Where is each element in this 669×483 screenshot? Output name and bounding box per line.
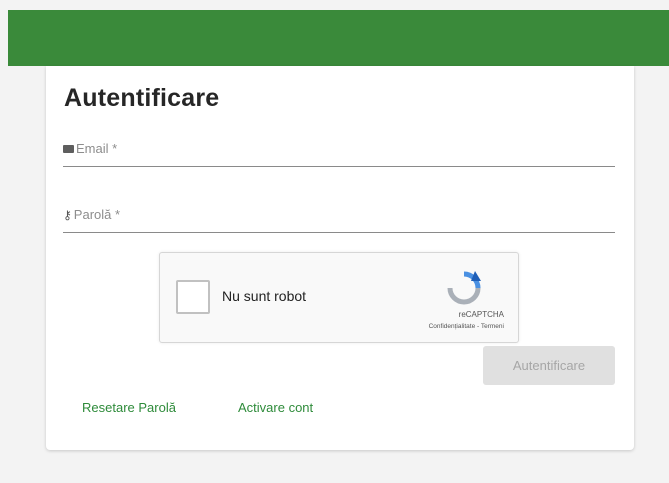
email-field[interactable]: Email * xyxy=(63,136,615,167)
login-card: Autentificare Email * ⚷ Parolă * Nu sunt… xyxy=(46,66,634,450)
recaptcha-widget: Nu sunt robot reCAPTCHA Confidențialitat… xyxy=(159,252,519,343)
envelope-icon xyxy=(63,144,74,153)
email-label: Email * xyxy=(63,141,117,156)
activate-account-link[interactable]: Activare cont xyxy=(238,400,313,415)
password-field[interactable]: ⚷ Parolă * xyxy=(63,202,615,233)
captcha-links[interactable]: Confidențialitate - Termeni xyxy=(429,323,504,330)
captcha-brand: reCAPTCHA xyxy=(458,310,504,319)
key-icon: ⚷ xyxy=(63,207,72,222)
captcha-checkbox[interactable] xyxy=(176,280,210,314)
password-label: ⚷ Parolă * xyxy=(63,207,120,222)
email-label-text: Email * xyxy=(76,141,118,156)
captcha-label: Nu sunt robot xyxy=(222,288,307,304)
password-label-text: Parolă * xyxy=(73,207,121,222)
page-title: Autentificare xyxy=(64,84,220,112)
login-button[interactable]: Autentificare xyxy=(483,346,615,385)
header-bar xyxy=(8,10,669,66)
recaptcha-logo-icon xyxy=(447,271,481,305)
reset-password-link[interactable]: Resetare Parolă xyxy=(82,400,176,415)
